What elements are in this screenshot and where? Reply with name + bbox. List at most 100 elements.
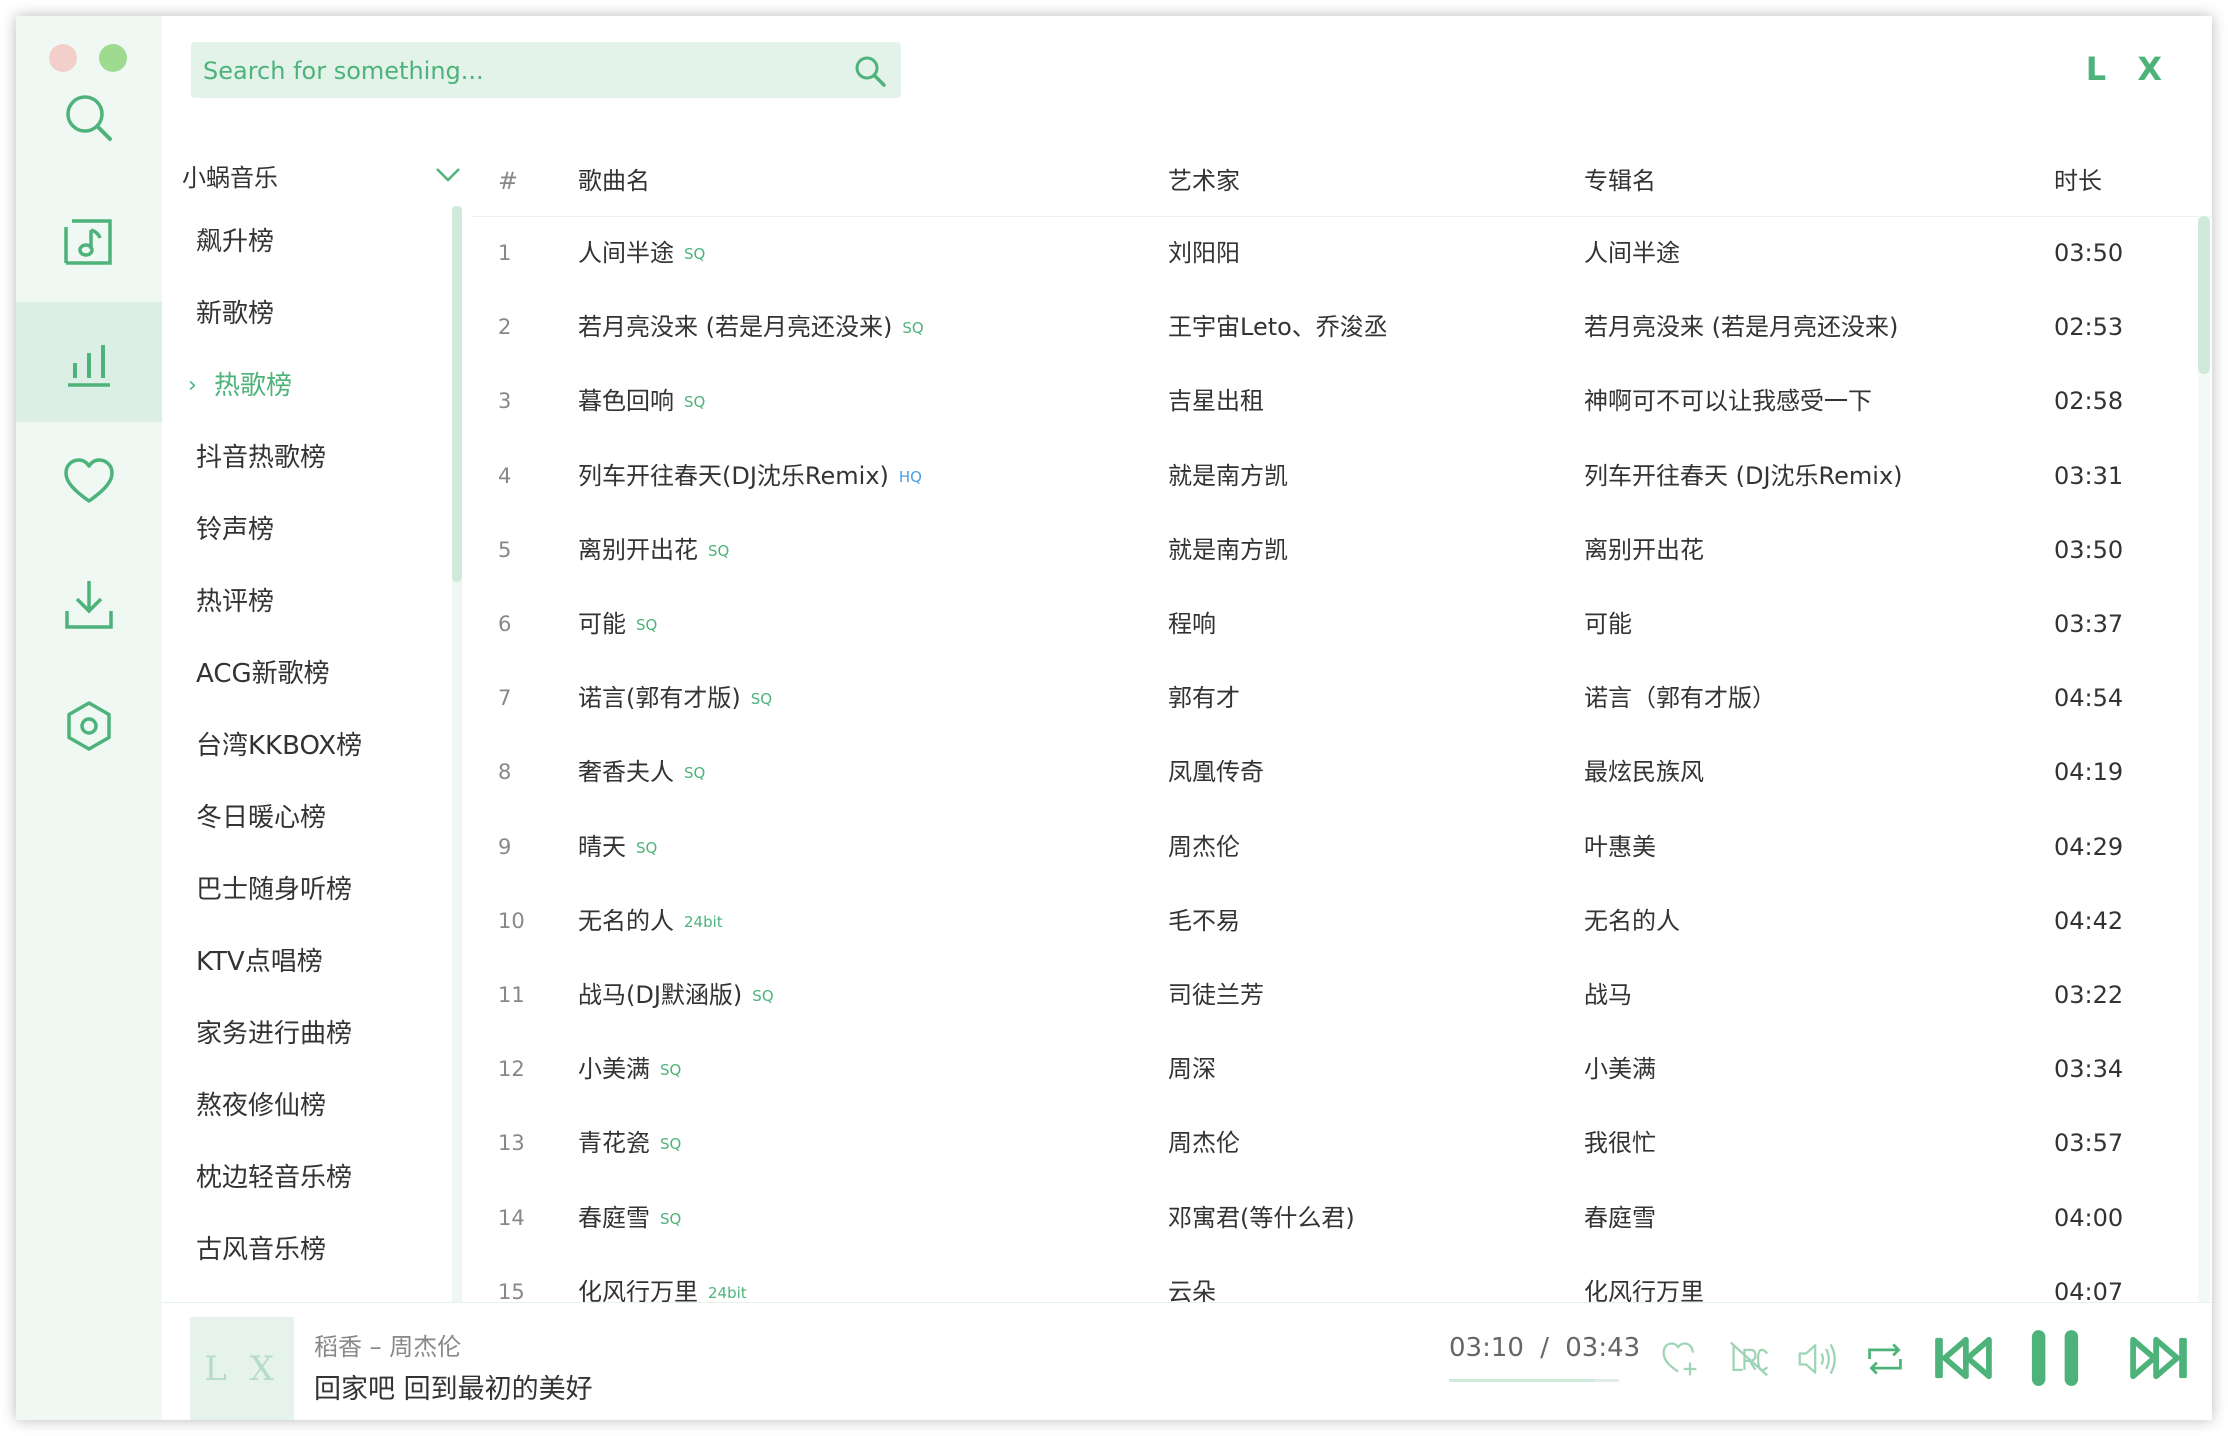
board-list-scroll-thumb[interactable] bbox=[452, 206, 462, 582]
search-icon[interactable] bbox=[853, 54, 887, 88]
nav-leaderboard[interactable] bbox=[16, 302, 162, 422]
album-name-text: 战马 bbox=[1584, 981, 1632, 1009]
artist-name: 程响 bbox=[1168, 587, 1216, 661]
artist-name-text: 郭有才 bbox=[1168, 684, 1240, 713]
table-row[interactable]: 3 暮色回响 SQ 吉星出租 神啊可不可以让我感受一下 02:58 bbox=[472, 364, 2212, 438]
artist-name-text: 刘阳阳 bbox=[1168, 239, 1240, 267]
table-row[interactable]: 4 列车开往春天(DJ沈乐Remix) HQ 就是南方凯 列车开往春天 (DJ沈乐Rem… bbox=[472, 439, 2212, 513]
now-playing-lyric: 回家吧 回到最初的美好 bbox=[314, 1374, 593, 1405]
nav-search[interactable] bbox=[16, 58, 162, 178]
song-name-text: 列车开往春天(DJ沈乐Remix) bbox=[578, 461, 889, 490]
table-row[interactable]: 14 春庭雪 SQ 邓寓君(等什么君) 春庭雪 04:00 bbox=[472, 1181, 2212, 1255]
search-input[interactable] bbox=[201, 42, 835, 100]
table-row[interactable]: 13 青花瓷 SQ 周杰伦 我很忙 03:57 bbox=[472, 1106, 2212, 1180]
row-index-text: 9 bbox=[498, 834, 512, 859]
table-row[interactable]: 7 诺言(郭有才版) SQ 郭有才 诺言（郭有才版） 04:54 bbox=[472, 661, 2212, 735]
table-row[interactable]: 12 小美满 SQ 周深 小美满 03:34 bbox=[472, 1032, 2212, 1106]
board-item[interactable]: 热评榜 bbox=[196, 566, 274, 638]
chevron-right-icon: › bbox=[188, 373, 197, 398]
nav-song-list[interactable] bbox=[16, 180, 162, 300]
album-name: 战马 bbox=[1584, 958, 1632, 1032]
board-item[interactable]: 抖音热歌榜 bbox=[196, 422, 326, 494]
board-item-label: 家务进行曲榜 bbox=[196, 1019, 353, 1049]
album-name: 离别开出花 bbox=[1584, 513, 1704, 587]
player-bar: L X 稻香 – 周杰伦 回家吧 回到最初的美好 03:10 / 03:43 bbox=[162, 1302, 2212, 1420]
song-duration-text: 04:07 bbox=[2054, 1277, 2124, 1302]
download-icon bbox=[65, 581, 113, 629]
song-table-scrollbar[interactable] bbox=[2198, 216, 2210, 1302]
board-item[interactable]: 铃声榜 bbox=[196, 494, 274, 566]
pause-button[interactable] bbox=[2028, 1327, 2082, 1389]
song-name: 无名的人 24bit bbox=[578, 884, 723, 958]
board-item[interactable]: 熬夜修仙榜 bbox=[196, 1070, 326, 1142]
now-playing-title[interactable]: 稻香 – 周杰伦 bbox=[314, 1327, 461, 1362]
table-row[interactable]: 5 离别开出花 SQ 就是南方凯 离别开出花 03:50 bbox=[472, 513, 2212, 587]
song-name-text: 小美满 bbox=[578, 1055, 650, 1084]
board-item[interactable]: 巴士随身听榜 bbox=[196, 854, 352, 926]
board-item[interactable]: 台湾KKBOX榜 bbox=[196, 710, 362, 782]
nav-download[interactable] bbox=[16, 544, 162, 664]
song-duration: 04:54 bbox=[2054, 661, 2123, 735]
album-name-text: 诺言（郭有才版） bbox=[1584, 684, 1776, 713]
board-item[interactable]: 冬日暖心榜 bbox=[196, 782, 326, 854]
nav-favorites[interactable] bbox=[16, 422, 162, 542]
row-index: 12 bbox=[498, 1032, 525, 1106]
song-name: 可能 SQ bbox=[578, 587, 657, 661]
add-favorite-button[interactable] bbox=[1658, 1337, 1702, 1381]
board-item-label: 飙升榜 bbox=[196, 227, 275, 257]
album-name: 人间半途 bbox=[1584, 216, 1680, 290]
album-name-text: 列车开往春天 (DJ沈乐Remix) bbox=[1584, 461, 1903, 490]
table-row[interactable]: 11 战马(DJ默涵版) SQ 司徒兰芳 战马 03:22 bbox=[472, 958, 2212, 1032]
song-table-scroll-thumb[interactable] bbox=[2198, 216, 2210, 374]
board-item[interactable]: 飙升榜 bbox=[196, 206, 274, 278]
table-row[interactable]: 10 无名的人 24bit 毛不易 无名的人 04:42 bbox=[472, 884, 2212, 958]
artist-name-text: 周深 bbox=[1168, 1055, 1216, 1084]
song-duration-text: 03:34 bbox=[2054, 1055, 2124, 1084]
board-item-label: 古风音乐榜 bbox=[196, 1235, 327, 1265]
song-name: 青花瓷 SQ bbox=[578, 1106, 681, 1180]
table-row[interactable]: 9 晴天 SQ 周杰伦 叶惠美 04:29 bbox=[472, 810, 2212, 884]
quality-badge: HQ bbox=[898, 467, 922, 486]
board-item[interactable]: 新歌榜 bbox=[196, 278, 274, 350]
row-index: 15 bbox=[498, 1255, 525, 1302]
album-name-text: 春庭雪 bbox=[1584, 1203, 1656, 1232]
lyric-button[interactable] bbox=[1726, 1337, 1772, 1381]
album-cover[interactable]: L X bbox=[190, 1317, 294, 1420]
album-name-text: 最炫民族风 bbox=[1584, 758, 1704, 787]
song-duration: 03:22 bbox=[2054, 958, 2123, 1032]
table-row[interactable]: 8 奢香夫人 SQ 凤凰传奇 最炫民族风 04:19 bbox=[472, 735, 2212, 809]
next-button[interactable] bbox=[2128, 1333, 2190, 1383]
album-name: 我很忙 bbox=[1584, 1106, 1656, 1180]
song-name: 列车开往春天(DJ沈乐Remix) HQ bbox=[578, 439, 922, 513]
row-index-text: 2 bbox=[498, 315, 512, 340]
quality-badge: 24bit bbox=[684, 912, 723, 931]
board-item[interactable]: ACG新歌榜 bbox=[196, 638, 330, 710]
nav-settings[interactable] bbox=[16, 666, 162, 786]
table-row[interactable]: 1 人间半途 SQ 刘阳阳 人间半途 03:50 bbox=[472, 216, 2212, 290]
board-item[interactable]: 古风音乐榜 bbox=[196, 1214, 326, 1286]
artist-name: 云朵 bbox=[1168, 1255, 1216, 1302]
board-item[interactable]: 家务进行曲榜 bbox=[196, 998, 352, 1070]
row-index-text: 6 bbox=[498, 612, 512, 636]
header-artist: 艺术家 bbox=[1168, 167, 1240, 195]
table-row[interactable]: 2 若月亮没来 (若是月亮还没来) SQ 王宇宙Leto、乔浚丞 若月亮没来 (若是月亮… bbox=[472, 290, 2212, 364]
song-duration: 04:19 bbox=[2054, 735, 2123, 809]
time-separator: / bbox=[1540, 1333, 1549, 1363]
board-item[interactable]: › 热歌榜 bbox=[188, 350, 292, 422]
album-name-text: 可能 bbox=[1584, 610, 1632, 638]
board-item-label: 巴士随身听榜 bbox=[196, 875, 353, 905]
previous-button[interactable] bbox=[1932, 1333, 1994, 1383]
table-row[interactable]: 15 化风行万里 24bit 云朵 化风行万里 04:07 bbox=[472, 1255, 2212, 1302]
next-icon bbox=[2130, 1336, 2187, 1380]
source-selector[interactable]: 小蜗音乐 bbox=[182, 146, 462, 204]
repeat-button[interactable] bbox=[1862, 1337, 1908, 1381]
table-row[interactable]: 6 可能 SQ 程响 可能 03:37 bbox=[472, 587, 2212, 661]
board-item[interactable]: KTV点唱榜 bbox=[196, 926, 323, 998]
board-item-label: 台湾KKBOX榜 bbox=[196, 731, 363, 761]
quality-badge: SQ bbox=[684, 245, 706, 263]
artist-name: 毛不易 bbox=[1168, 884, 1240, 958]
board-item[interactable]: 枕边轻音乐榜 bbox=[196, 1142, 352, 1214]
volume-button[interactable] bbox=[1794, 1337, 1840, 1381]
artist-name-text: 程响 bbox=[1168, 610, 1216, 638]
song-name-text: 人间半途 bbox=[578, 239, 674, 267]
